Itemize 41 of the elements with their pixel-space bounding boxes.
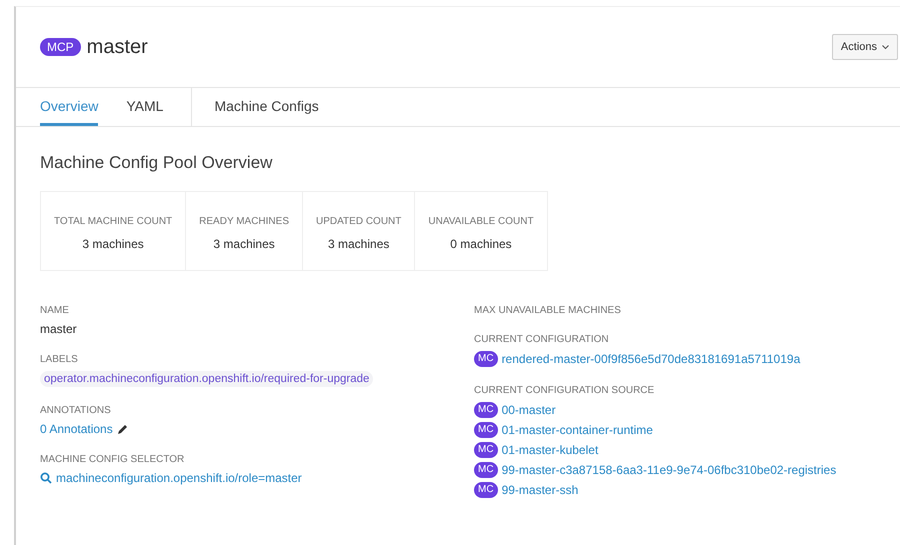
config-link[interactable]: 99-master-ssh bbox=[502, 483, 578, 497]
detail-label: CURRENT CONFIGURATION bbox=[474, 334, 610, 345]
annotations-link[interactable]: 0 Annotations bbox=[40, 422, 113, 436]
detail-value: master bbox=[40, 322, 78, 336]
tab[interactable]: Overview bbox=[40, 88, 98, 126]
section-title: Machine Config Pool Overview bbox=[40, 153, 274, 173]
tab[interactable]: Machine Configs bbox=[214, 88, 319, 126]
config-link[interactable]: 01-master-container-runtime bbox=[502, 423, 653, 437]
caret-icon bbox=[882, 44, 889, 50]
selector-link[interactable]: machineconfiguration.openshift.io/role=master bbox=[56, 471, 302, 485]
detail-label: CURRENT CONFIGURATION SOURCE bbox=[474, 385, 656, 396]
stat-value: 3 machines bbox=[327, 237, 390, 251]
label-chip[interactable]: operator.machineconfiguration.openshift.io/required-for-upgrade bbox=[40, 371, 374, 387]
stat-label: READY MACHINES bbox=[199, 216, 289, 227]
config-badge: MC bbox=[474, 402, 498, 418]
stat-label: UPDATED COUNT bbox=[316, 216, 402, 227]
stat-label: UNAVAILABLE COUNT bbox=[428, 216, 534, 227]
stat-value: 3 machines bbox=[81, 237, 145, 251]
config-badge: MC bbox=[474, 351, 498, 367]
search-icon bbox=[40, 472, 52, 484]
config-link[interactable]: 99-master-c3a87158-6aa3-11e9-9e74-06fbc310be02-registries bbox=[502, 463, 836, 477]
config-link[interactable]: 01-master-kubelet bbox=[502, 443, 598, 457]
detail-label: MACHINE CONFIG SELECTOR bbox=[40, 454, 186, 465]
stat-value: 0 machines bbox=[449, 237, 513, 251]
tab[interactable]: YAML bbox=[126, 88, 164, 126]
config-badge: MC bbox=[474, 482, 498, 498]
config-badge: MC bbox=[474, 422, 498, 438]
config-link[interactable]: rendered-master-00f9f856e5d70de83181691a5711019a bbox=[502, 352, 800, 366]
config-badge: MC bbox=[474, 462, 498, 478]
resource-badge: MCP bbox=[40, 38, 81, 56]
detail-label: ANNOTATIONS bbox=[40, 405, 112, 416]
detail-label: MAX UNAVAILABLE MACHINES bbox=[474, 305, 622, 316]
config-badge: MC bbox=[474, 442, 498, 458]
config-link[interactable]: 00-master bbox=[502, 403, 556, 417]
stat-label: TOTAL MACHINE COUNT bbox=[54, 216, 172, 227]
detail-label: NAME bbox=[40, 305, 70, 316]
detail-label: LABELS bbox=[40, 354, 79, 365]
stat-value: 3 machines bbox=[212, 237, 276, 251]
page-title: master bbox=[86, 36, 148, 58]
pencil-icon[interactable] bbox=[116, 423, 129, 435]
actions-button[interactable]: Actions bbox=[832, 34, 898, 60]
